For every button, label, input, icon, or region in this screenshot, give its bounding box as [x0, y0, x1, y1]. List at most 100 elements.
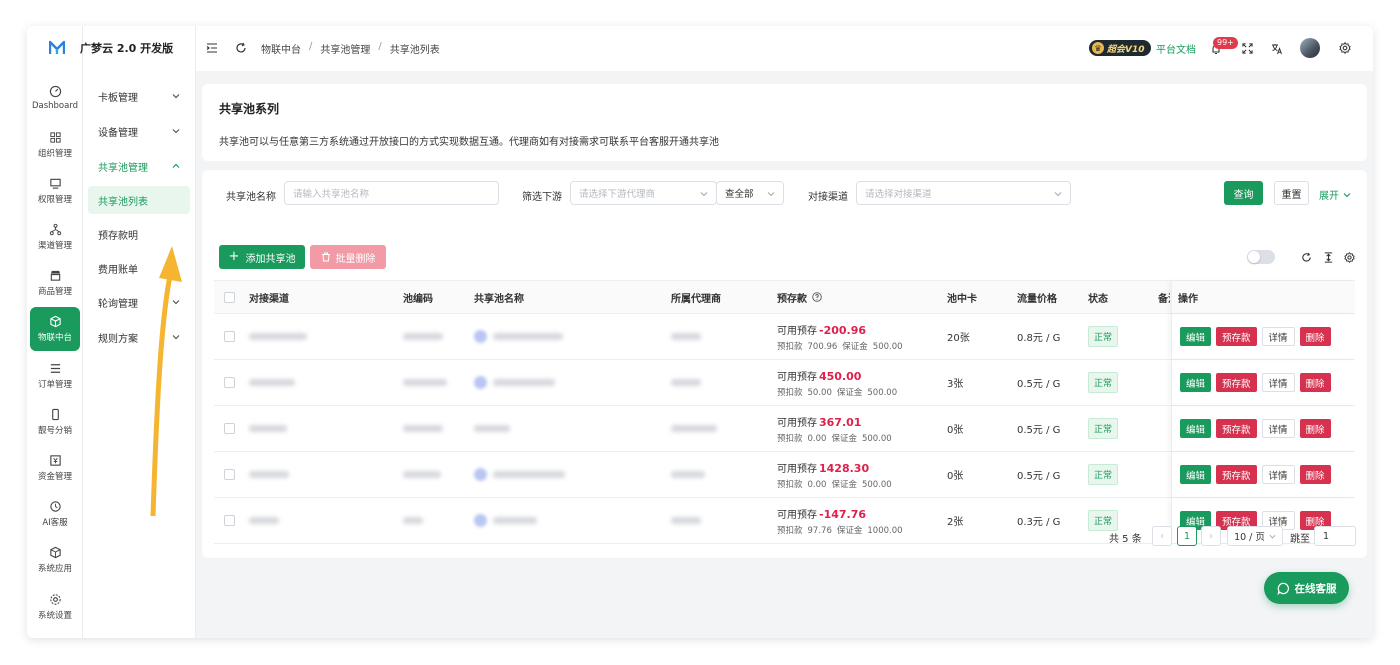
expand-filters-button[interactable]: 展开 [1319, 187, 1351, 202]
rail-item-orders[interactable]: 订单管理 [30, 354, 80, 398]
refresh-icon[interactable] [1301, 252, 1312, 263]
translate-icon[interactable] [1271, 43, 1283, 55]
delete-button[interactable]: 删除 [1299, 327, 1331, 346]
pool-name-label: 共享池名称 [226, 192, 276, 203]
network-icon [49, 223, 61, 236]
add-pool-button[interactable]: + 添加共享池 [219, 245, 305, 269]
subnav-shared-pool[interactable]: 共享池管理 [88, 152, 190, 180]
subnav-shared-pool-list[interactable]: 共享池列表 [88, 186, 190, 214]
select-all-checkbox[interactable] [224, 291, 235, 303]
subnav-polling[interactable]: 轮询管理 [88, 288, 190, 316]
rail-item-dashboard[interactable]: Dashboard [30, 76, 80, 120]
rail-item-settings[interactable]: 系统设置 [30, 585, 80, 629]
delete-button[interactable]: 删除 [1299, 419, 1331, 438]
cards-cell: 20张 [947, 333, 970, 344]
col-pool-name[interactable]: 共享池名称 [474, 281, 524, 313]
rail-item-permission[interactable]: 权限管理 [30, 169, 80, 213]
col-prepay[interactable]: 预存款 [777, 281, 822, 313]
chevron-down-icon [1054, 192, 1062, 197]
detail-button[interactable]: 详情 [1261, 419, 1295, 438]
prev-page-button[interactable]: ‹ [1152, 526, 1172, 546]
edit-button[interactable]: 编辑 [1180, 327, 1212, 346]
detail-button[interactable]: 详情 [1261, 373, 1295, 392]
query-button[interactable]: 查询 [1224, 181, 1263, 205]
status-badge: 正常 [1088, 372, 1119, 393]
rail-item-ai[interactable]: AI客服 [30, 492, 80, 536]
online-service-button[interactable]: 在线客服 [1264, 572, 1349, 604]
downstream-scope-select[interactable]: 查全部 [716, 181, 784, 205]
phone-icon [51, 408, 59, 421]
delete-button[interactable]: 删除 [1299, 465, 1331, 484]
pool-list-card: 共享池名称 请输入共享池名称 筛选下游 请选择下游代理商 查全部 对接渠道 请选… [202, 170, 1367, 558]
code-cell [403, 314, 443, 359]
agent-cell [671, 360, 701, 405]
row-checkbox[interactable] [224, 377, 235, 388]
col-status[interactable]: 状态 [1088, 281, 1108, 313]
subnav-card-board[interactable]: 卡板管理 [88, 82, 190, 110]
col-agent[interactable]: 所属代理商 [671, 281, 721, 313]
rail-item-org[interactable]: 组织管理 [30, 123, 80, 167]
view-toggle-switch[interactable] [1247, 250, 1275, 264]
pool-name-input[interactable]: 请输入共享池名称 [284, 181, 499, 205]
rail-item-channel[interactable]: 渠道管理 [30, 215, 80, 259]
row-checkbox[interactable] [224, 469, 235, 480]
chevron-down-icon [1343, 192, 1351, 197]
gear-icon[interactable] [1344, 252, 1355, 263]
vip-badge[interactable]: ♛ 超会V10 [1089, 40, 1151, 56]
avatar[interactable] [1300, 38, 1320, 58]
cube-icon [49, 315, 61, 328]
prepay-button[interactable]: 预存款 [1216, 373, 1257, 392]
col-cards[interactable]: 池中卡 [947, 281, 977, 313]
col-code[interactable]: 池编码 [403, 281, 433, 313]
gear-icon[interactable] [1339, 42, 1351, 54]
fullscreen-icon[interactable] [1242, 43, 1253, 54]
prepay-button[interactable]: 预存款 [1216, 465, 1257, 484]
prepay-button[interactable]: 预存款 [1216, 419, 1257, 438]
channel-cell [249, 406, 287, 451]
notification-badge: 99+ [1213, 37, 1238, 49]
help-icon[interactable] [812, 292, 822, 302]
prepay-cell: 可用预存 450.00 预扣款 50.00 保证金 500.00 [777, 369, 898, 398]
delete-button[interactable]: 删除 [1299, 373, 1331, 392]
rail-item-funds[interactable]: 资金管理 [30, 446, 80, 490]
edit-button[interactable]: 编辑 [1180, 373, 1212, 392]
rail-item-iot[interactable]: 物联中台 [30, 307, 80, 351]
subnav-rules[interactable]: 规则方案 [88, 323, 190, 351]
rail-item-goods[interactable]: 商品管理 [30, 261, 80, 305]
detail-button[interactable]: 详情 [1261, 327, 1295, 346]
row-checkbox[interactable] [224, 515, 235, 526]
prepay-button[interactable]: 预存款 [1216, 327, 1257, 346]
column-height-icon[interactable] [1323, 252, 1334, 263]
store-icon [50, 270, 60, 281]
channel-select[interactable]: 请选择对接渠道 [856, 181, 1071, 205]
subnav-bills[interactable]: 费用账单 [88, 254, 190, 282]
rail-item-apps[interactable]: 系统应用 [30, 538, 80, 582]
edit-button[interactable]: 编辑 [1180, 465, 1212, 484]
next-page-button[interactable]: › [1201, 526, 1221, 546]
page-title: 共享池系列 [219, 102, 280, 116]
row-checkbox[interactable] [224, 423, 235, 434]
col-channel[interactable]: 对接渠道 [249, 281, 289, 313]
row-checkbox[interactable] [224, 331, 235, 342]
edit-button[interactable]: 编辑 [1180, 419, 1212, 438]
breadcrumb-item[interactable]: 共享池管理 [320, 41, 370, 56]
jump-page-input[interactable]: 1 [1314, 526, 1356, 546]
col-remark[interactable]: 备注 [1158, 281, 1170, 313]
platform-docs-link[interactable]: 平台文档 [1156, 41, 1196, 56]
breadcrumb-item[interactable]: 物联中台 [261, 41, 301, 56]
reset-button[interactable]: 重置 [1274, 181, 1309, 205]
downstream-select[interactable]: 请选择下游代理商 [570, 181, 717, 205]
status-badge: 正常 [1088, 326, 1119, 347]
page-1-button[interactable]: 1 [1177, 526, 1197, 546]
col-price[interactable]: 流量价格 [1017, 281, 1057, 313]
cards-cell: 0张 [947, 471, 964, 482]
status-badge: 正常 [1088, 418, 1119, 439]
subnav-device[interactable]: 设备管理 [88, 117, 190, 145]
refresh-icon[interactable] [235, 42, 247, 54]
menu-fold-icon[interactable] [206, 42, 218, 54]
batch-delete-button[interactable]: 批量删除 [310, 245, 386, 269]
detail-button[interactable]: 详情 [1261, 465, 1295, 484]
subnav-prepay[interactable]: 预存款明 [88, 220, 190, 248]
rail-item-numbers[interactable]: 靓号分销 [30, 400, 80, 444]
page-size-select[interactable]: 10 / 页 [1227, 526, 1283, 546]
